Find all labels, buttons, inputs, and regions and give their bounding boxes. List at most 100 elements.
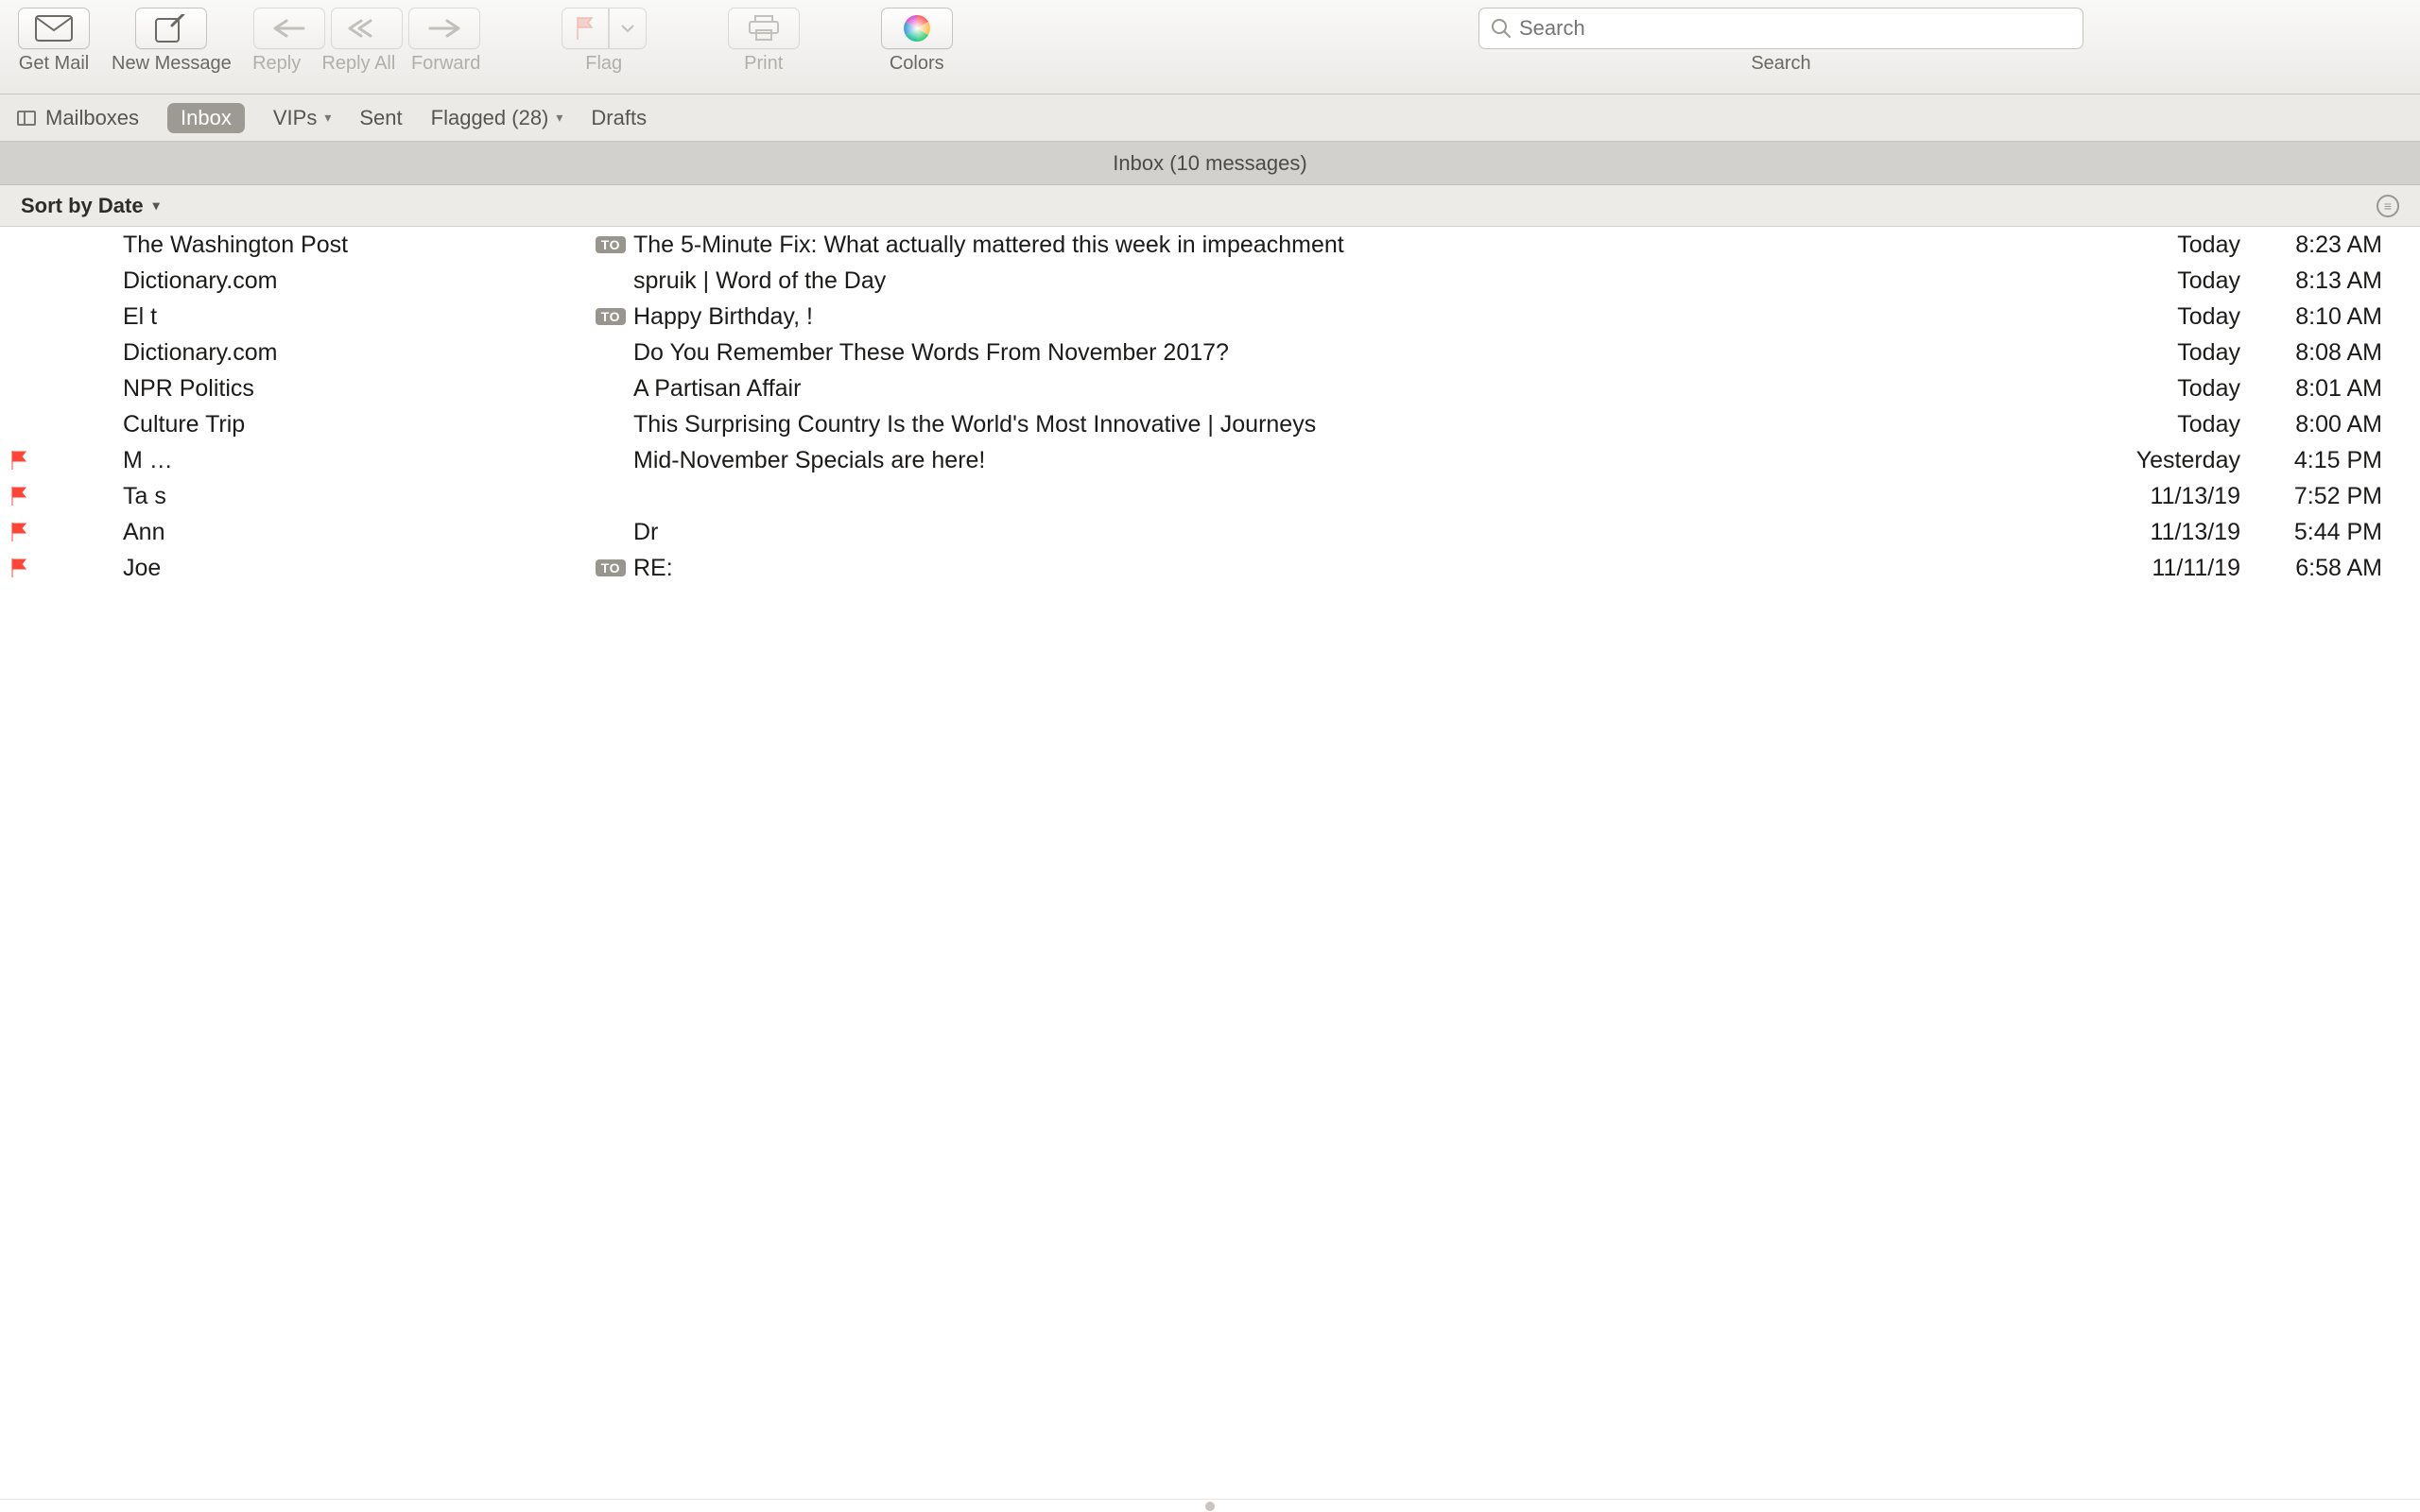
- chevron-down-icon: [621, 24, 634, 33]
- filter-button[interactable]: ≡: [2377, 195, 2399, 217]
- message-time: 7:52 PM: [2259, 483, 2411, 510]
- colors-button[interactable]: [881, 8, 953, 49]
- message-sender: Culture Trip: [123, 411, 577, 438]
- flag-icon: [9, 450, 28, 471]
- message-row[interactable]: Joe TORE: 11/11/196:58 AM: [0, 550, 2420, 586]
- forward-icon: [428, 18, 460, 39]
- reply-all-label: Reply All: [321, 53, 395, 74]
- fav-inbox[interactable]: Inbox: [167, 103, 245, 133]
- fav-flagged[interactable]: Flagged (28) ▾: [431, 106, 563, 130]
- search-field[interactable]: [1478, 8, 2083, 49]
- favorites-bar: Mailboxes Inbox VIPs ▾ Sent Flagged (28)…: [0, 94, 2420, 142]
- forward-label: Forward: [411, 53, 480, 74]
- message-subject: This Surprising Country Is the World's M…: [633, 411, 2089, 438]
- message-time: 8:00 AM: [2259, 411, 2411, 438]
- message-date: Today: [2089, 303, 2259, 331]
- message-sender: Dictionary.com: [123, 339, 577, 367]
- message-to-cell: TO: [577, 308, 633, 325]
- sort-button[interactable]: Sort by Date ▾: [21, 194, 160, 218]
- new-message-label: New Message: [112, 53, 232, 75]
- sort-label: Sort by Date: [21, 194, 144, 218]
- message-row[interactable]: El tTOHappy Birthday, !Today8:10 AM: [0, 299, 2420, 335]
- mailboxes-label: Mailboxes: [45, 106, 139, 130]
- reply-button[interactable]: [253, 8, 325, 49]
- search-group: Search: [1478, 8, 2083, 75]
- chevron-down-icon: ▾: [324, 110, 331, 126]
- mailboxes-toggle[interactable]: Mailboxes: [17, 106, 139, 130]
- to-badge: TO: [596, 236, 626, 253]
- printer-icon: [748, 15, 780, 42]
- chevron-down-icon: ▾: [556, 110, 562, 126]
- print-label: Print: [744, 53, 783, 75]
- message-subject: Happy Birthday, !: [633, 303, 2089, 331]
- color-wheel-icon: [903, 14, 931, 43]
- message-subject: spruik | Word of the Day: [633, 267, 2089, 295]
- resize-handle[interactable]: [0, 1499, 2420, 1512]
- print-button[interactable]: [728, 8, 800, 49]
- message-to-cell: TO: [577, 559, 633, 576]
- message-row[interactable]: Culture Trip This Surprising Country Is t…: [0, 406, 2420, 442]
- flag-icon: [9, 486, 28, 507]
- flag-label: Flag: [585, 53, 622, 75]
- flag-icon: [9, 558, 28, 578]
- message-sender: Dictionary.com: [123, 267, 577, 295]
- message-date: 11/13/19: [2089, 483, 2259, 510]
- flag-menu-button[interactable]: [609, 8, 647, 49]
- message-flag-cell: [0, 522, 38, 542]
- message-flag-cell: [0, 450, 38, 471]
- message-row[interactable]: AnnDr 11/13/195:44 PM: [0, 514, 2420, 550]
- fav-drafts-label: Drafts: [591, 106, 647, 130]
- message-time: 8:01 AM: [2259, 375, 2411, 403]
- message-sender: NPR Politics: [123, 375, 577, 403]
- compose-icon: [155, 14, 187, 43]
- message-row[interactable]: M …Mid-November Specials are here!Yester…: [0, 442, 2420, 478]
- message-row[interactable]: The Washington PostTOThe 5-Minute Fix: W…: [0, 227, 2420, 263]
- fav-sent[interactable]: Sent: [359, 106, 402, 130]
- get-mail-button[interactable]: [18, 8, 90, 49]
- inbox-header-text: Inbox (10 messages): [1113, 151, 1306, 176]
- print-group: Print: [725, 8, 803, 75]
- new-message-group: New Message: [112, 8, 232, 75]
- message-subject: Dr: [633, 519, 2089, 546]
- message-date: Today: [2089, 267, 2259, 295]
- message-date: Today: [2089, 411, 2259, 438]
- filter-icon: ≡: [2384, 198, 2392, 214]
- new-message-button[interactable]: [135, 8, 207, 49]
- message-time: 5:44 PM: [2259, 519, 2411, 546]
- search-input[interactable]: [1519, 16, 2071, 41]
- flag-icon: [575, 16, 596, 41]
- message-row[interactable]: NPR PoliticsA Partisan AffairToday8:01 A…: [0, 370, 2420, 406]
- flag-button[interactable]: [562, 8, 609, 49]
- fav-vips[interactable]: VIPs ▾: [273, 106, 332, 130]
- message-date: Today: [2089, 375, 2259, 403]
- message-subject: Mid-November Specials are here!: [633, 447, 2089, 474]
- message-time: 6:58 AM: [2259, 555, 2411, 582]
- message-sender: The Washington Post: [123, 232, 577, 259]
- message-row[interactable]: Ta s 11/13/197:52 PM: [0, 478, 2420, 514]
- reply-all-button[interactable]: [331, 8, 403, 49]
- get-mail-label: Get Mail: [19, 53, 89, 75]
- flag-icon: [9, 522, 28, 542]
- message-row[interactable]: Dictionary.com spruik | Word of the DayTo…: [0, 263, 2420, 299]
- forward-button[interactable]: [408, 8, 480, 49]
- sidebar-toggle-icon: [17, 111, 36, 126]
- sort-row: Sort by Date ▾ ≡: [0, 185, 2420, 227]
- colors-label: Colors: [890, 53, 944, 75]
- get-mail-group: Get Mail: [15, 8, 93, 75]
- chevron-down-icon: ▾: [153, 198, 160, 214]
- fav-drafts[interactable]: Drafts: [591, 106, 647, 130]
- to-badge: TO: [596, 559, 626, 576]
- fav-sent-label: Sent: [359, 106, 402, 130]
- message-flag-cell: [0, 486, 38, 507]
- message-date: 11/11/19: [2089, 555, 2259, 582]
- message-date: Today: [2089, 339, 2259, 367]
- message-time: 8:13 AM: [2259, 267, 2411, 295]
- flag-group: Flag: [559, 8, 649, 75]
- search-label: Search: [1751, 53, 1810, 75]
- reply-all-icon: [348, 18, 386, 39]
- message-subject: RE:: [633, 555, 2089, 582]
- message-subject: Do You Remember These Words From Novembe…: [633, 339, 2089, 367]
- message-list: The Washington PostTOThe 5-Minute Fix: W…: [0, 227, 2420, 586]
- message-row[interactable]: Dictionary.com Do You Remember These Word…: [0, 335, 2420, 370]
- colors-group: Colors: [878, 8, 956, 75]
